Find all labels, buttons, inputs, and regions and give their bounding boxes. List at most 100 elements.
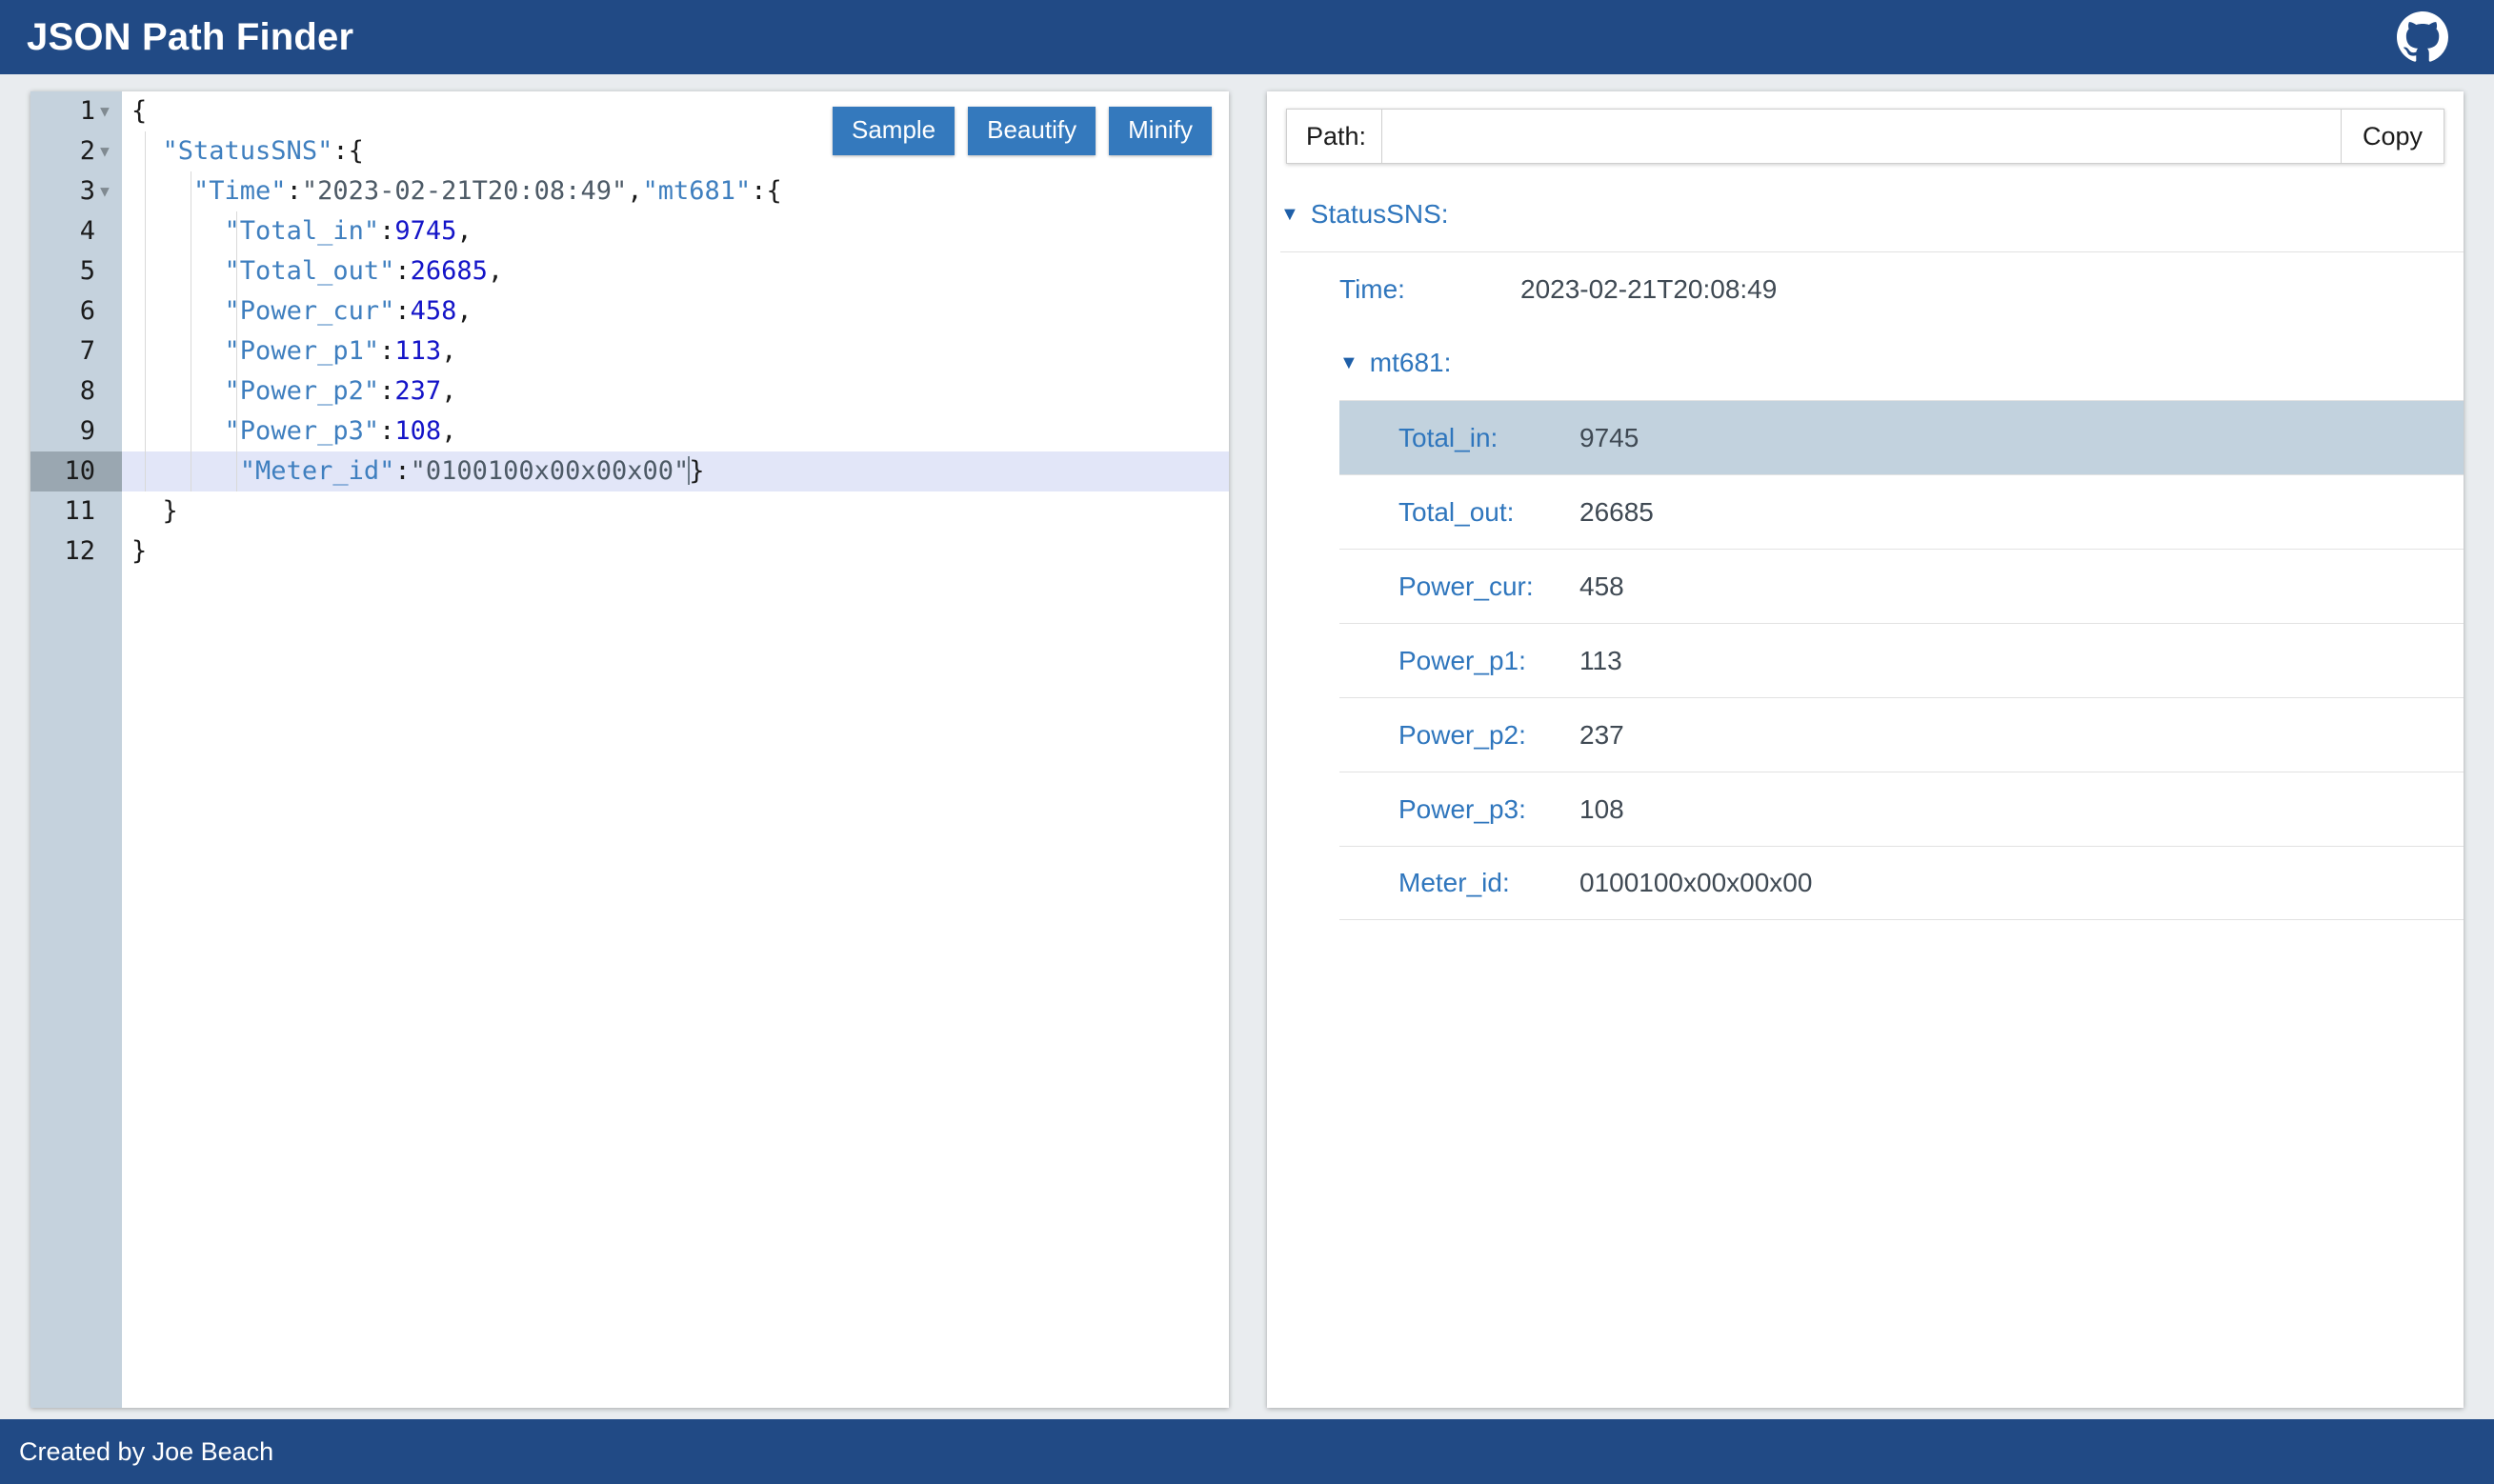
tree-node-label: StatusSNS: — [1310, 199, 1449, 229]
token-comma: , — [487, 256, 504, 286]
token-colon: : — [394, 456, 411, 486]
code-editor[interactable]: 1 ▼ 2 ▼ 3 ▼ 4 ▼ 5 ▼ — [30, 91, 1229, 1408]
token-comma: , — [456, 296, 473, 326]
sample-button[interactable]: Sample — [832, 107, 955, 155]
json-tree: ▼ StatusSNS: Time: 2023-02-21T20:08:49 ▼… — [1267, 177, 2464, 1408]
token-colon: : — [379, 416, 395, 446]
chevron-down-icon[interactable]: ▼ — [1280, 205, 1299, 224]
tree-leaf-total-out[interactable]: Total_out: 26685 — [1339, 474, 2464, 549]
code-line-8[interactable]: "Power_p2":237, — [122, 371, 1229, 411]
tree-node-statussns[interactable]: ▼ StatusSNS: — [1267, 177, 2464, 251]
token-comma: , — [456, 216, 473, 246]
beautify-button[interactable]: Beautify — [968, 107, 1096, 155]
json-viewer-panel: Path: Copy ▼ StatusSNS: Time: 2023-02-21… — [1267, 91, 2464, 1408]
footer-credit: Created by Joe Beach — [19, 1436, 274, 1466]
gutter-line[interactable]: 1 ▼ — [30, 91, 122, 131]
gutter-line[interactable]: 4 ▼ — [30, 211, 122, 251]
line-number: 6 — [79, 296, 95, 326]
tree-node-label: mt681: — [1369, 348, 1452, 377]
gutter-line-active[interactable]: 10 ▼ — [30, 451, 122, 491]
token-colon: : — [394, 256, 411, 286]
line-number: 4 — [79, 216, 95, 246]
token-string: "0100100x00x00x00" — [410, 456, 690, 486]
minify-button[interactable]: Minify — [1109, 107, 1212, 155]
tree-leaf-power-p1[interactable]: Power_p1: 113 — [1339, 623, 2464, 697]
page-title: JSON Path Finder — [27, 16, 354, 58]
token-colon: : — [394, 296, 411, 326]
gutter-line[interactable]: 2 ▼ — [30, 131, 122, 171]
tree-leaf-power-p2[interactable]: Power_p2: 237 — [1339, 697, 2464, 772]
tree-leaf-label: Power_p1: — [1398, 645, 1526, 675]
code-text-area[interactable]: { "StatusSNS":{ "Time":"2023-02-21T20:08… — [122, 91, 1229, 1408]
tree-leaf-value: 26685 — [1579, 496, 1654, 527]
gutter-line[interactable]: 9 ▼ — [30, 411, 122, 451]
tree-leaf-power-cur[interactable]: Power_cur: 458 — [1339, 549, 2464, 623]
token-number: 9745 — [394, 216, 457, 246]
github-icon[interactable] — [2397, 11, 2448, 63]
code-line-11[interactable]: } — [122, 491, 1229, 531]
code-line-10-active[interactable]: "Meter_id":"0100100x00x00x00"} — [122, 451, 1229, 491]
tree-leaf-time[interactable]: Time: 2023-02-21T20:08:49 — [1280, 251, 2464, 326]
code-line-6[interactable]: "Power_cur":458, — [122, 291, 1229, 331]
tree-leaf-value: 9745 — [1579, 422, 1639, 452]
code-line-12[interactable]: } — [122, 531, 1229, 572]
app-header: JSON Path Finder — [0, 0, 2494, 74]
tree-leaf-meter-id[interactable]: Meter_id: 0100100x00x00x00 — [1339, 846, 2464, 920]
token-key: "Total_out" — [224, 256, 395, 286]
gutter-line[interactable]: 11 ▼ — [30, 491, 122, 531]
code-line-5[interactable]: "Total_out":26685, — [122, 251, 1229, 291]
token-comma: , — [627, 176, 643, 206]
path-input[interactable] — [1382, 110, 2341, 163]
token-comma: , — [441, 416, 457, 446]
tree-leaf-label: Power_cur: — [1398, 571, 1534, 601]
line-number-gutter: 1 ▼ 2 ▼ 3 ▼ 4 ▼ 5 ▼ — [30, 91, 122, 1408]
line-number: 5 — [79, 256, 95, 286]
tree-leaf-label: Meter_id: — [1398, 868, 1510, 897]
tree-leaf-value: 458 — [1579, 571, 1624, 601]
line-number: 11 — [64, 496, 95, 526]
gutter-line[interactable]: 7 ▼ — [30, 331, 122, 371]
code-line-4[interactable]: "Total_in":9745, — [122, 211, 1229, 251]
tree-leaf-value: 113 — [1579, 645, 1622, 675]
code-line-3[interactable]: "Time":"2023-02-21T20:08:49","mt681":{ — [122, 171, 1229, 211]
token-number: 458 — [410, 296, 457, 326]
tree-node-mt681[interactable]: ▼ mt681: — [1267, 326, 2464, 400]
path-label: Path: — [1287, 110, 1383, 163]
code-line-7[interactable]: "Power_p1":113, — [122, 331, 1229, 371]
token-comma: , — [441, 336, 457, 366]
token-comma: , — [441, 376, 457, 406]
tree-leaf-label: Power_p2: — [1398, 719, 1526, 750]
token-colon: : — [286, 176, 302, 206]
code-line-9[interactable]: "Power_p3":108, — [122, 411, 1229, 451]
gutter-line[interactable]: 6 ▼ — [30, 291, 122, 331]
gutter-line[interactable]: 8 ▼ — [30, 371, 122, 411]
token-key: "Power_cur" — [224, 296, 395, 326]
app-footer: Created by Joe Beach — [0, 1419, 2494, 1484]
tree-leaf-total-in[interactable]: Total_in: 9745 — [1339, 400, 2464, 474]
token-key: "Meter_id" — [239, 456, 395, 486]
gutter-line[interactable]: 12 ▼ — [30, 531, 122, 572]
token-key: "Time" — [193, 176, 287, 206]
line-number: 7 — [79, 336, 95, 366]
tree-leaf-value: 0100100x00x00x00 — [1579, 868, 1813, 897]
tree-leaf-value: 2023-02-21T20:08:49 — [1520, 273, 1778, 304]
tree-leaf-label: Power_p3: — [1398, 793, 1526, 824]
fold-arrow-icon[interactable]: ▼ — [95, 131, 114, 171]
chevron-down-icon[interactable]: ▼ — [1339, 353, 1358, 372]
tree-leaf-label: Total_out: — [1398, 496, 1515, 527]
token-colon: : — [332, 136, 349, 166]
token-brace: { — [348, 136, 364, 166]
fold-arrow-icon[interactable]: ▼ — [95, 91, 114, 131]
token-colon: : — [751, 176, 767, 206]
line-number: 2 — [79, 136, 95, 166]
gutter-line[interactable]: 5 ▼ — [30, 251, 122, 291]
tree-leaf-label: Total_in: — [1398, 422, 1498, 452]
fold-arrow-icon[interactable]: ▼ — [95, 171, 114, 211]
token-key: "StatusSNS" — [162, 136, 333, 166]
token-brace: } — [131, 536, 148, 566]
token-number: 26685 — [410, 256, 488, 286]
copy-button[interactable]: Copy — [2340, 110, 2444, 163]
tree-leaf-power-p3[interactable]: Power_p3: 108 — [1339, 772, 2464, 846]
token-colon: : — [379, 216, 395, 246]
gutter-line[interactable]: 3 ▼ — [30, 171, 122, 211]
